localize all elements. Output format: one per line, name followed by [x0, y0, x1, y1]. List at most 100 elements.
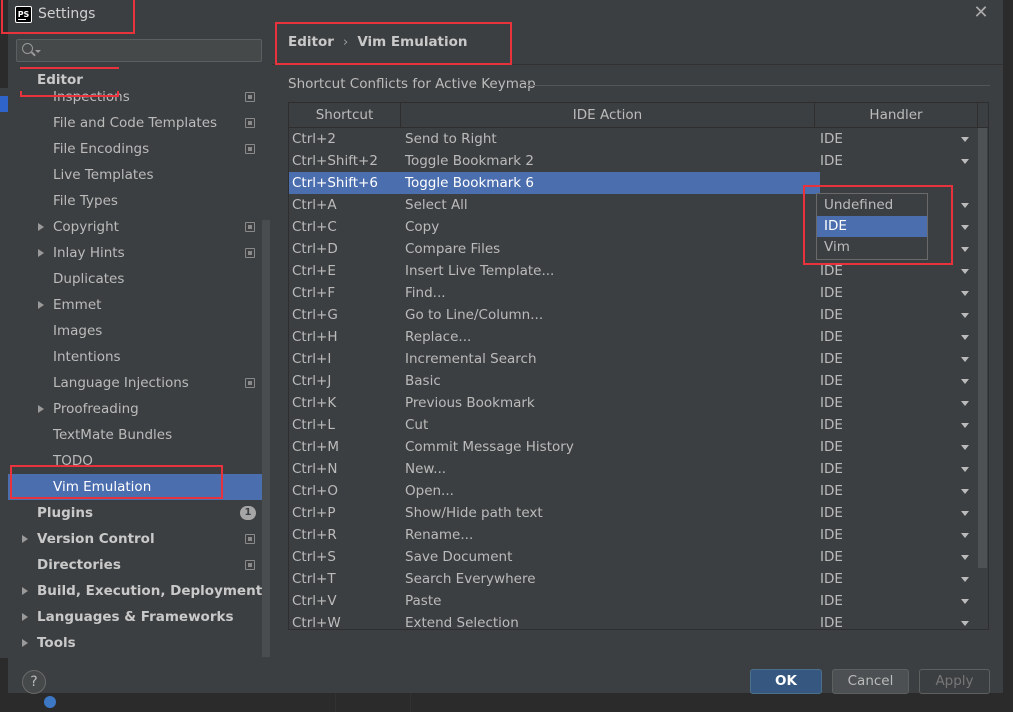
table-row[interactable]: Ctrl+2 Send to Right IDE [289, 128, 978, 150]
expand-arrow-icon[interactable] [22, 639, 28, 647]
chevron-down-icon[interactable] [35, 50, 41, 53]
table-row[interactable]: Ctrl+T Search Everywhere IDE [289, 568, 978, 590]
table-row[interactable]: Ctrl+J Basic IDE [289, 370, 978, 392]
dropdown-arrow-icon[interactable] [961, 401, 969, 406]
expand-arrow-icon[interactable] [22, 613, 28, 621]
handler-select[interactable]: IDE [820, 150, 978, 172]
handler-select[interactable]: IDE [820, 436, 978, 458]
sidebar-item-live-templates[interactable]: Live Templates [8, 162, 270, 188]
dropdown-arrow-icon[interactable] [961, 379, 969, 384]
dropdown-arrow-icon[interactable] [961, 511, 969, 516]
close-icon[interactable]: ✕ [971, 3, 991, 23]
handler-select[interactable]: IDE [820, 128, 978, 150]
ok-button[interactable]: OK [750, 669, 822, 694]
dropdown-arrow-icon[interactable] [961, 533, 969, 538]
settings-search-input[interactable] [16, 39, 262, 62]
sidebar-item-images[interactable]: Images [8, 318, 270, 344]
dropdown-arrow-icon[interactable] [961, 445, 969, 450]
handler-select[interactable]: IDE [820, 546, 978, 568]
sidebar-scrollbar[interactable] [262, 220, 270, 657]
sidebar-item-language-injections[interactable]: Language Injections [8, 370, 270, 396]
table-row[interactable]: Ctrl+V Paste IDE [289, 590, 978, 612]
sidebar-item-directories[interactable]: Directories [8, 552, 270, 578]
sidebar-item-textmate-bundles[interactable]: TextMate Bundles [8, 422, 270, 448]
expand-arrow-icon[interactable] [38, 405, 44, 413]
table-row[interactable]: Ctrl+K Previous Bookmark IDE [289, 392, 978, 414]
dropdown-arrow-icon[interactable] [961, 225, 969, 230]
sidebar-item-file-encodings[interactable]: File Encodings [8, 136, 270, 162]
sidebar-item-proofreading[interactable]: Proofreading [8, 396, 270, 422]
dropdown-arrow-icon[interactable] [961, 467, 969, 472]
table-row[interactable]: Ctrl+O Open... IDE [289, 480, 978, 502]
sidebar-item-copyright[interactable]: Copyright [8, 214, 270, 240]
sidebar-item-languages-frameworks[interactable]: Languages & Frameworks [8, 604, 270, 630]
sidebar-item-inlay-hints[interactable]: Inlay Hints [8, 240, 270, 266]
expand-arrow-icon[interactable] [22, 535, 28, 543]
handler-select[interactable]: IDE [820, 414, 978, 436]
dropdown-arrow-icon[interactable] [961, 555, 969, 560]
table-row[interactable]: Ctrl+I Incremental Search IDE [289, 348, 978, 370]
table-row[interactable]: Ctrl+S Save Document IDE [289, 546, 978, 568]
table-scrollbar[interactable] [978, 128, 987, 568]
dropdown-arrow-icon[interactable] [961, 621, 969, 626]
sidebar-item-emmet[interactable]: Emmet [8, 292, 270, 318]
ide-action-cell: Send to Right [405, 131, 497, 147]
column-header-ide-action[interactable]: IDE Action [401, 103, 815, 127]
handler-select[interactable]: IDE [820, 370, 978, 392]
handler-select[interactable]: IDE [820, 612, 978, 629]
table-row[interactable]: Ctrl+N New... IDE [289, 458, 978, 480]
sidebar-item-file-and-code-templates[interactable]: File and Code Templates [8, 110, 270, 136]
sidebar-item-file-types[interactable]: File Types [8, 188, 270, 214]
handler-select[interactable]: IDE [820, 282, 978, 304]
handler-select[interactable]: IDE [820, 348, 978, 370]
dropdown-arrow-icon[interactable] [961, 291, 969, 296]
dropdown-arrow-icon[interactable] [961, 313, 969, 318]
sidebar-item-build-execution-deployment[interactable]: Build, Execution, Deployment [8, 578, 270, 604]
dropdown-arrow-icon[interactable] [961, 423, 969, 428]
expand-arrow-icon[interactable] [38, 301, 44, 309]
handler-select[interactable]: IDE [820, 304, 978, 326]
handler-select[interactable]: IDE [820, 502, 978, 524]
expand-arrow-icon[interactable] [22, 587, 28, 595]
table-row[interactable]: Ctrl+L Cut IDE [289, 414, 978, 436]
table-row[interactable]: Ctrl+R Rename... IDE [289, 524, 978, 546]
dropdown-arrow-icon[interactable] [961, 159, 969, 164]
help-button[interactable]: ? [22, 670, 46, 694]
handler-select[interactable]: IDE [820, 458, 978, 480]
table-row[interactable]: Ctrl+Shift+2 Toggle Bookmark 2 IDE [289, 150, 978, 172]
handler-select[interactable]: IDE [820, 326, 978, 348]
dropdown-arrow-icon[interactable] [961, 489, 969, 494]
sidebar-item-duplicates[interactable]: Duplicates [8, 266, 270, 292]
table-row[interactable]: Ctrl+M Commit Message History IDE [289, 436, 978, 458]
dropdown-arrow-icon[interactable] [961, 335, 969, 340]
table-row[interactable]: Ctrl+H Replace... IDE [289, 326, 978, 348]
dropdown-arrow-icon[interactable] [961, 203, 969, 208]
apply-button[interactable]: Apply [919, 669, 990, 694]
handler-select[interactable]: IDE [820, 392, 978, 414]
expand-arrow-icon[interactable] [38, 249, 44, 257]
dropdown-arrow-icon[interactable] [961, 357, 969, 362]
sidebar-item-plugins[interactable]: Plugins 1 [8, 500, 270, 526]
handler-select[interactable]: IDE [820, 480, 978, 502]
column-header-handler[interactable]: Handler [815, 103, 978, 127]
handler-select[interactable]: IDE [820, 590, 978, 612]
handler-select[interactable]: IDE [820, 524, 978, 546]
table-row[interactable]: Ctrl+W Extend Selection IDE [289, 612, 978, 629]
sidebar-item-version-control[interactable]: Version Control [8, 526, 270, 552]
sidebar-item-intentions[interactable]: Intentions [8, 344, 270, 370]
cancel-button[interactable]: Cancel [832, 669, 909, 694]
table-row[interactable]: Ctrl+P Show/Hide path text IDE [289, 502, 978, 524]
handler-select[interactable]: IDE [820, 568, 978, 590]
dropdown-arrow-icon[interactable] [961, 247, 969, 252]
dropdown-arrow-icon[interactable] [961, 599, 969, 604]
dropdown-arrow-icon[interactable] [961, 577, 969, 582]
sidebar-item-tools[interactable]: Tools [8, 630, 270, 656]
dropdown-arrow-icon[interactable] [961, 269, 969, 274]
table-row[interactable]: Ctrl+G Go to Line/Column... IDE [289, 304, 978, 326]
dropdown-arrow-icon[interactable] [961, 137, 969, 142]
table-row[interactable]: Ctrl+F Find... IDE [289, 282, 978, 304]
shortcut-cell: Ctrl+E [292, 263, 336, 279]
column-header-shortcut[interactable]: Shortcut [289, 103, 401, 127]
expand-arrow-icon[interactable] [38, 223, 44, 231]
sidebar-item-editor[interactable]: Editor [8, 69, 270, 91]
